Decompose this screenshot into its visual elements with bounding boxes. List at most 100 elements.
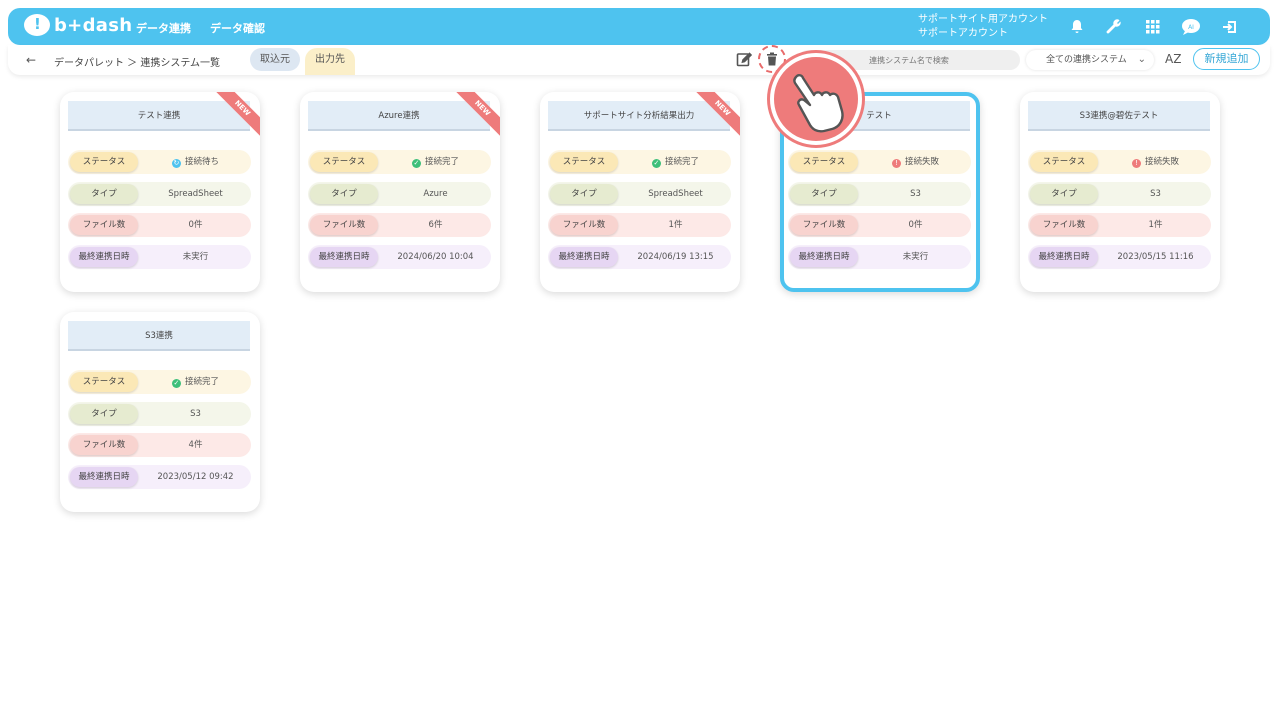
last-sync-label: 最終連携日時 xyxy=(70,247,138,267)
toolbar: ← データパレット ＞ 連携システム一覧 取込元 出力先 全ての連携システム ⌄… xyxy=(8,45,1270,75)
type-label: タイプ xyxy=(70,184,138,204)
type-row: タイプ SpreadSheet xyxy=(68,182,251,206)
integration-card[interactable]: Azure連携 NEW ステータス ✓ 接続完了 タイプ Azure ファイル数 6件 最終連携日… xyxy=(300,92,500,292)
wrench-icon[interactable] xyxy=(1103,16,1125,38)
app-logo[interactable]: b+dash xyxy=(24,14,132,36)
logo-bubble-icon xyxy=(24,14,50,36)
status-value: ✓ 接続完了 xyxy=(380,150,491,174)
file-count-row: ファイル数 0件 xyxy=(788,213,971,237)
last-sync-row: 最終連携日時 2023/05/12 09:42 xyxy=(68,465,251,489)
svg-text:AI: AI xyxy=(1188,24,1194,31)
integration-card[interactable]: S3連携 ステータス ✓ 接続完了 タイプ S3 ファイル数 4件 最終連携日時 2023/05/… xyxy=(60,312,260,512)
file-count-label: ファイル数 xyxy=(70,215,138,235)
status-row: ステータス ✓ 接続完了 xyxy=(548,150,731,174)
file-count-value: 1件 xyxy=(1148,220,1163,230)
status-row: ステータス ✓ 接続完了 xyxy=(68,370,251,394)
last-sync-value: 未実行 xyxy=(182,252,209,262)
file-count-row: ファイル数 6件 xyxy=(308,213,491,237)
file-count-label: ファイル数 xyxy=(70,435,138,455)
status-label: ステータス xyxy=(790,152,858,172)
card-title: サポートサイト分析結果出力 xyxy=(548,101,730,131)
type-value: S3 xyxy=(1150,189,1161,199)
last-sync-value: 2023/05/15 11:16 xyxy=(1117,252,1194,262)
back-arrow-icon[interactable]: ← xyxy=(26,53,36,67)
integration-card[interactable]: サポートサイト分析結果出力 NEW ステータス ✓ 接続完了 タイプ SpreadSheet… xyxy=(540,92,740,292)
sort-az-icon[interactable]: AZ xyxy=(1165,52,1181,66)
file-count-value: 0件 xyxy=(188,220,203,230)
type-value: S3 xyxy=(910,189,921,199)
status-row: ステータス ↻ 接続待ち xyxy=(68,150,251,174)
status-text: 接続完了 xyxy=(664,157,699,167)
tab-export-destination[interactable]: 出力先 xyxy=(305,48,355,75)
account-name: サポートサイト用アカウント xyxy=(918,14,1048,25)
file-count-value: 0件 xyxy=(908,220,923,230)
breadcrumb: データパレット ＞ 連携システム一覧 xyxy=(54,58,221,69)
type-value: S3 xyxy=(190,409,201,419)
file-count-row: ファイル数 0件 xyxy=(68,213,251,237)
chat-support-icon[interactable]: AI xyxy=(1180,16,1202,38)
last-sync-value: 未実行 xyxy=(902,252,929,262)
system-filter-select[interactable]: 全ての連携システム ⌄ xyxy=(1026,50,1154,70)
type-label: タイプ xyxy=(550,184,618,204)
error-circle-icon: ! xyxy=(1131,159,1141,168)
file-count-label: ファイル数 xyxy=(550,215,618,235)
type-label: タイプ xyxy=(310,184,378,204)
last-sync-row: 最終連携日時 2024/06/20 10:04 xyxy=(308,245,491,269)
last-sync-value: 2023/05/12 09:42 xyxy=(157,472,234,482)
last-sync-row: 最終連携日時 未実行 xyxy=(788,245,971,269)
apps-grid-icon[interactable] xyxy=(1142,16,1164,38)
card-title: テスト連携 xyxy=(68,101,250,131)
logout-icon[interactable] xyxy=(1219,16,1241,38)
status-label: ステータス xyxy=(70,152,138,172)
type-row: タイプ SpreadSheet xyxy=(548,182,731,206)
status-label: ステータス xyxy=(550,152,618,172)
integration-card[interactable]: テスト連携 NEW ステータス ↻ 接続待ち タイプ SpreadSheet ファイル数 0件最… xyxy=(60,92,260,292)
file-count-row: ファイル数 1件 xyxy=(548,213,731,237)
file-count-value: 1件 xyxy=(668,220,683,230)
type-row: タイプ S3 xyxy=(1028,182,1211,206)
status-text: 接続完了 xyxy=(424,157,459,167)
status-value: ! 接続失敗 xyxy=(1100,150,1211,174)
last-sync-row: 最終連携日時 2023/05/15 11:16 xyxy=(1028,245,1211,269)
account-info[interactable]: サポートサイト用アカウント サポートアカウント xyxy=(918,13,1048,41)
status-text: 接続失敗 xyxy=(1144,157,1179,167)
status-row: ステータス ✓ 接続完了 xyxy=(308,150,491,174)
file-count-row: ファイル数 4件 xyxy=(68,433,251,457)
status-row: ステータス! 接続失敗 xyxy=(1028,150,1211,174)
last-sync-value: 2024/06/19 13:15 xyxy=(637,252,714,262)
type-label: タイプ xyxy=(1030,184,1098,204)
last-sync-label: 最終連携日時 xyxy=(1030,247,1098,267)
nav-data-integration[interactable]: データ連携 xyxy=(136,20,191,36)
status-label: ステータス xyxy=(310,152,378,172)
status-text: 接続完了 xyxy=(184,377,219,387)
integration-card[interactable]: S3連携@碧佐テスト ステータス! 接続失敗 タイプ S3 ファイル数 1件 最終連携日時 20… xyxy=(1020,92,1220,292)
edit-icon[interactable] xyxy=(734,49,754,69)
file-count-label: ファイル数 xyxy=(1030,215,1098,235)
last-sync-label: 最終連携日時 xyxy=(70,467,138,487)
status-value: ↻ 接続待ち xyxy=(140,150,251,174)
file-count-value: 4件 xyxy=(188,440,203,450)
file-count-label: ファイル数 xyxy=(790,215,858,235)
add-new-button[interactable]: 新規追加 xyxy=(1193,48,1260,70)
chevron-down-icon: ⌄ xyxy=(1137,54,1146,65)
top-navigation-bar: b+dash データ連携 データ確認 サポートサイト用アカウント サポートアカウ… xyxy=(8,8,1270,45)
last-sync-value: 2024/06/20 10:04 xyxy=(397,252,474,262)
status-value: ✓ 接続完了 xyxy=(140,370,251,394)
card-title: Azure連携 xyxy=(308,101,490,131)
check-circle-icon: ✓ xyxy=(411,159,421,168)
nav-data-check[interactable]: データ確認 xyxy=(210,20,265,36)
bell-icon[interactable] xyxy=(1066,16,1088,38)
type-row: タイプ Azure xyxy=(308,182,491,206)
file-count-row: ファイル数 1件 xyxy=(1028,213,1211,237)
account-user: サポートアカウント xyxy=(918,28,1008,39)
type-value: Azure xyxy=(423,189,448,199)
tab-import-source[interactable]: 取込元 xyxy=(250,48,300,71)
status-text: 接続待ち xyxy=(184,157,219,167)
system-filter-value: 全ての連携システム xyxy=(1046,55,1127,65)
last-sync-row: 最終連携日時 2024/06/19 13:15 xyxy=(548,245,731,269)
last-sync-row: 最終連携日時 未実行 xyxy=(68,245,251,269)
type-value: SpreadSheet xyxy=(168,189,223,199)
status-label: ステータス xyxy=(70,372,138,392)
last-sync-label: 最終連携日時 xyxy=(790,247,858,267)
card-title: S3連携 xyxy=(68,321,250,351)
